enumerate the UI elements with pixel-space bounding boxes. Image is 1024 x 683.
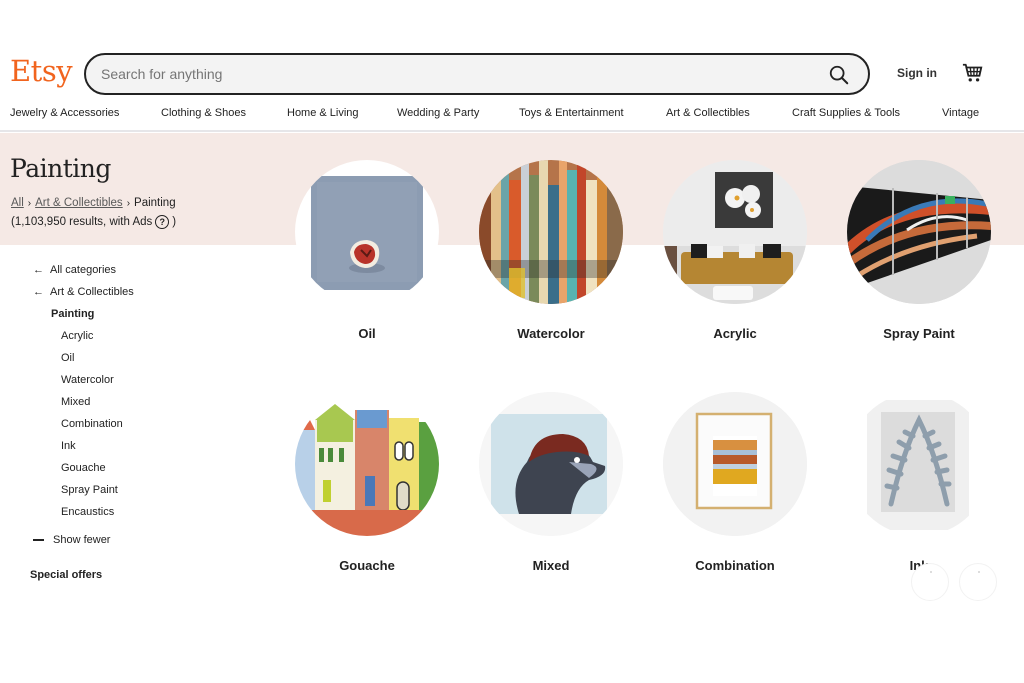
- show-fewer-button[interactable]: Show fewer: [33, 534, 110, 546]
- page-title: Painting: [10, 154, 111, 183]
- category-card-watercolor[interactable]: Watercolor: [479, 160, 623, 341]
- sidebar-item-watercolor[interactable]: Watercolor: [61, 374, 114, 386]
- nav-home-living[interactable]: Home & Living: [287, 107, 359, 119]
- cart-icon: [962, 63, 983, 82]
- help-icon[interactable]: ?: [155, 215, 170, 229]
- category-card-spray-paint[interactable]: Spray Paint: [847, 160, 991, 341]
- sidebar-item-ink[interactable]: Ink: [61, 440, 76, 452]
- arrow-left-icon: ←: [33, 286, 44, 298]
- category-card-combination[interactable]: Combination: [663, 392, 807, 573]
- chevron-right-icon: ›: [27, 197, 32, 209]
- category-card-oil[interactable]: Oil: [295, 160, 439, 341]
- sidebar-item-label: All categories: [50, 264, 117, 276]
- category-image-combination: [663, 392, 807, 536]
- sidebar-special-offers[interactable]: Special offers: [30, 569, 102, 581]
- search-icon: [829, 65, 849, 85]
- category-image-oil: [295, 160, 439, 304]
- results-count: (1,103,950 results, with Ads ? ): [11, 215, 176, 229]
- category-label: Combination: [695, 558, 775, 573]
- nav-wedding-party[interactable]: Wedding & Party: [397, 107, 479, 119]
- category-card-gouache[interactable]: Gouache: [295, 392, 439, 573]
- category-card-acrylic[interactable]: Acrylic: [663, 160, 807, 341]
- nav-jewelry-accessories[interactable]: Jewelry & Accessories: [10, 107, 119, 119]
- sidebar-item-encaustics[interactable]: Encaustics: [61, 506, 114, 518]
- results-close: ): [172, 216, 177, 228]
- breadcrumb-current: Painting: [134, 197, 176, 209]
- category-label: Watercolor: [517, 326, 585, 341]
- category-image-watercolor: [479, 160, 623, 304]
- sidebar-item-label: Art & Collectibles: [50, 286, 134, 298]
- category-image-mixed: [479, 392, 623, 536]
- search-button[interactable]: [828, 64, 850, 86]
- breadcrumb-all[interactable]: All: [11, 197, 24, 209]
- category-image-spray-paint: [847, 160, 991, 304]
- arrow-left-icon: ←: [33, 264, 44, 276]
- sidebar-art-collectibles[interactable]: ← Art & Collectibles: [33, 286, 134, 298]
- category-card-mixed[interactable]: Mixed: [479, 392, 623, 573]
- search-bar: [84, 53, 870, 95]
- nav-vintage[interactable]: Vintage: [942, 107, 979, 119]
- carousel-prev-button[interactable]: [911, 563, 949, 601]
- category-label: Acrylic: [713, 326, 757, 341]
- sidebar-current-painting[interactable]: Painting: [51, 308, 94, 320]
- nav-art-collectibles[interactable]: Art & Collectibles: [666, 107, 750, 119]
- show-fewer-label: Show fewer: [53, 534, 111, 546]
- sidebar-item-acrylic[interactable]: Acrylic: [61, 330, 93, 342]
- cart-button[interactable]: [962, 62, 984, 84]
- category-label: Oil: [358, 326, 376, 341]
- category-label: Mixed: [532, 558, 570, 573]
- breadcrumb: All › Art & Collectibles › Painting: [11, 197, 176, 209]
- category-image-ink: [847, 392, 991, 536]
- chevron-right-icon: ›: [126, 197, 131, 209]
- nav-clothing-shoes[interactable]: Clothing & Shoes: [161, 107, 246, 119]
- minus-icon: [33, 539, 44, 541]
- etsy-logo[interactable]: Etsy: [10, 54, 73, 88]
- sidebar-item-gouache[interactable]: Gouache: [61, 462, 106, 474]
- category-card-ink[interactable]: Ink: [847, 392, 991, 573]
- sign-in-link[interactable]: Sign in: [897, 66, 937, 80]
- category-label: Gouache: [339, 558, 395, 573]
- category-image-gouache: [295, 392, 439, 536]
- sidebar-item-combination[interactable]: Combination: [61, 418, 123, 430]
- nav-toys-entertainment[interactable]: Toys & Entertainment: [519, 107, 624, 119]
- sidebar-item-spray-paint[interactable]: Spray Paint: [61, 484, 118, 496]
- category-label: Spray Paint: [883, 326, 955, 341]
- sidebar-item-oil[interactable]: Oil: [61, 352, 74, 364]
- site-header: Etsy Sign in Jewelry & Accessories Cloth…: [0, 0, 1024, 132]
- nav-craft-supplies-tools[interactable]: Craft Supplies & Tools: [792, 107, 900, 119]
- carousel-next-button[interactable]: [959, 563, 997, 601]
- search-input[interactable]: [86, 66, 786, 82]
- results-text: (1,103,950 results, with Ads: [11, 216, 153, 228]
- breadcrumb-art-collectibles[interactable]: Art & Collectibles: [35, 197, 123, 209]
- sidebar-all-categories[interactable]: ← All categories: [33, 264, 116, 276]
- category-image-acrylic: [663, 160, 807, 304]
- sidebar-item-mixed[interactable]: Mixed: [61, 396, 90, 408]
